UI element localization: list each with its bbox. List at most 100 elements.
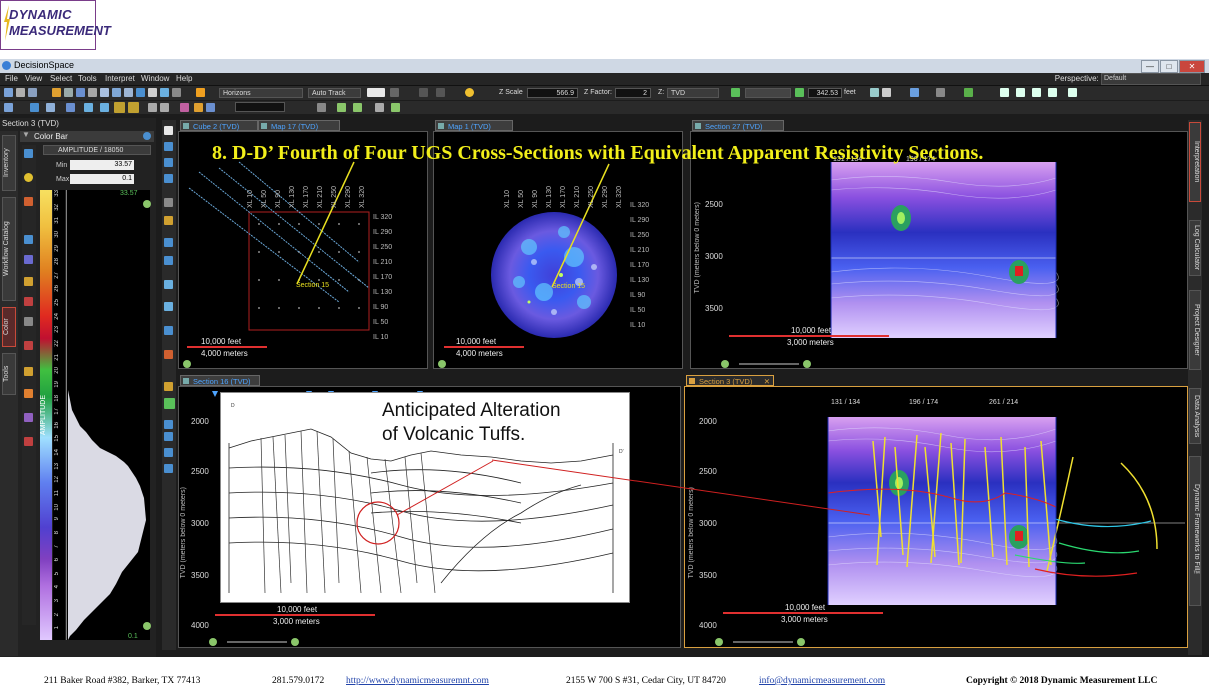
zoom-top-icon[interactable] [143,200,151,208]
lasso-icon[interactable] [164,448,173,457]
save-icon[interactable] [28,88,37,97]
z-scale-input[interactable]: 566.9 [527,88,578,98]
digitize-icon[interactable] [164,216,173,225]
attribute-dropdown[interactable]: AMPLITUDE / 18050 [43,145,151,155]
tab-log-calculator[interactable]: Log Calculator [1189,220,1201,276]
footer-website-link[interactable]: http://www.dynamicmeasuremnt.com [346,676,489,686]
close-button[interactable]: ✕ [1179,60,1205,73]
menu-tools[interactable]: Tools [78,74,97,83]
step-back-icon[interactable] [731,88,740,97]
paint-icon[interactable] [180,103,189,112]
swatch-icon[interactable] [24,297,33,306]
folder-icon[interactable] [52,88,61,97]
select-icon[interactable] [4,103,13,112]
perspective-dropdown[interactable]: Default [1101,73,1201,85]
section16-zoom-out-icon[interactable] [209,638,217,646]
seg-icon[interactable] [164,198,173,207]
bookmark-icon[interactable] [910,88,919,97]
section27-zoom-in-icon[interactable] [803,360,811,368]
sun-icon[interactable] [465,88,474,97]
section3-zoom-in-icon[interactable] [797,638,805,646]
fit-icon[interactable] [882,88,891,97]
cross-icon[interactable] [24,235,33,244]
value-input[interactable] [235,102,285,112]
cube2-viewport[interactable]: Section 15 XL 10 XL 50 XL 90 XL 130 XL 170 XL… [178,131,428,369]
auto-track-dropdown[interactable]: Auto Track [308,88,361,98]
section27-zoom-slider[interactable] [739,363,799,365]
tab-tools[interactable]: Tools [2,353,16,395]
interp-icon[interactable] [24,367,33,376]
tab-interpretation[interactable]: Interpretation [1189,122,1201,202]
min-input[interactable]: 33.57 [70,160,134,170]
sync-icon[interactable] [964,88,973,97]
tab-data-analysis[interactable]: Data Analysis [1189,388,1201,444]
tab-workflow-catalog[interactable]: Workflow Catalog [2,197,16,301]
footer-email-link[interactable]: info@dynamicmeasurement.com [759,676,885,686]
section3-zoom-out-icon[interactable] [715,638,723,646]
tab-cube2[interactable]: Cube 2 (TVD) [180,120,258,131]
stack-icon[interactable] [24,255,33,264]
view1-icon[interactable] [1000,88,1009,97]
cursor-icon[interactable] [206,103,215,112]
position-input[interactable]: 342.53 [808,88,842,98]
print-icon[interactable] [148,88,157,97]
tab-section3[interactable]: Section 3 (TVD) ✕ [686,375,774,386]
tab-section27[interactable]: Section 27 (TVD) [692,120,784,131]
grid-icon[interactable] [76,88,85,97]
fault-icon[interactable] [84,103,93,112]
arrow-icon[interactable] [24,277,33,286]
sample-icon[interactable] [164,256,173,265]
remove-icon[interactable] [24,341,33,350]
curve-icon[interactable] [24,413,33,422]
new-icon[interactable] [4,88,13,97]
horizons-dropdown[interactable]: Horizons [219,88,303,98]
lock-icon[interactable] [24,389,33,398]
view2-icon[interactable] [1016,88,1025,97]
zoom-icon[interactable] [164,142,173,151]
minimize-button[interactable]: — [1141,60,1159,73]
probe-icon[interactable] [164,280,173,289]
section16-zoom-in-icon[interactable] [291,638,299,646]
tile-icon[interactable] [124,88,133,97]
poly-icon[interactable] [164,420,173,429]
map1-viewport[interactable]: Section 15 XL 10 XL 50 XL 90 XL 130 XL 170 XL… [433,131,683,369]
section3-zoom-slider[interactable] [733,641,793,643]
tab-map1[interactable]: Map 1 (TVD) [435,120,513,131]
section27-viewport[interactable]: 131 / 134 196 / 174 2500 3000 3500 TVD (… [690,131,1188,369]
perspective-selector[interactable]: Perspective: Default [1055,73,1201,85]
pick-icon[interactable] [46,103,55,112]
ruler-icon[interactable] [164,382,173,391]
crosshair-icon[interactable] [391,103,400,112]
palette-icon[interactable] [24,173,33,182]
extend-icon[interactable] [164,464,173,473]
horizon-icon[interactable] [194,103,203,112]
view5-icon[interactable] [1068,88,1077,97]
undo-icon[interactable] [419,88,428,97]
attr-icon[interactable] [148,103,157,112]
cube-icon[interactable] [112,88,121,97]
step-forward-icon[interactable] [795,88,804,97]
section16-zoom-slider[interactable] [227,641,287,643]
marker-icon[interactable] [24,437,33,446]
section27-zoom-out-icon[interactable] [721,360,729,368]
home-icon[interactable] [870,88,879,97]
menu-view[interactable]: View [25,74,42,83]
camera-icon[interactable] [160,88,169,97]
rect-icon[interactable] [164,432,173,441]
active-tool-icon[interactable] [164,398,175,409]
z-factor-input[interactable]: 2 [615,88,651,98]
pointer-icon[interactable] [164,126,173,135]
triangle-icon[interactable] [30,103,39,112]
tab-color[interactable]: Color [2,307,16,347]
pan-icon[interactable] [164,158,173,167]
rotate-icon[interactable] [164,174,173,183]
tab-section16[interactable]: Section 16 (TVD) [180,375,260,386]
snap-icon[interactable] [375,103,384,112]
pencil-icon[interactable] [196,88,205,97]
collapse-icon[interactable]: ▼ [22,130,30,139]
style-icon[interactable] [390,88,399,97]
menu-window[interactable]: Window [141,74,169,83]
menu-select[interactable]: Select [50,74,72,83]
layers-icon[interactable] [64,88,73,97]
grid-toggle-icon[interactable] [114,102,125,113]
